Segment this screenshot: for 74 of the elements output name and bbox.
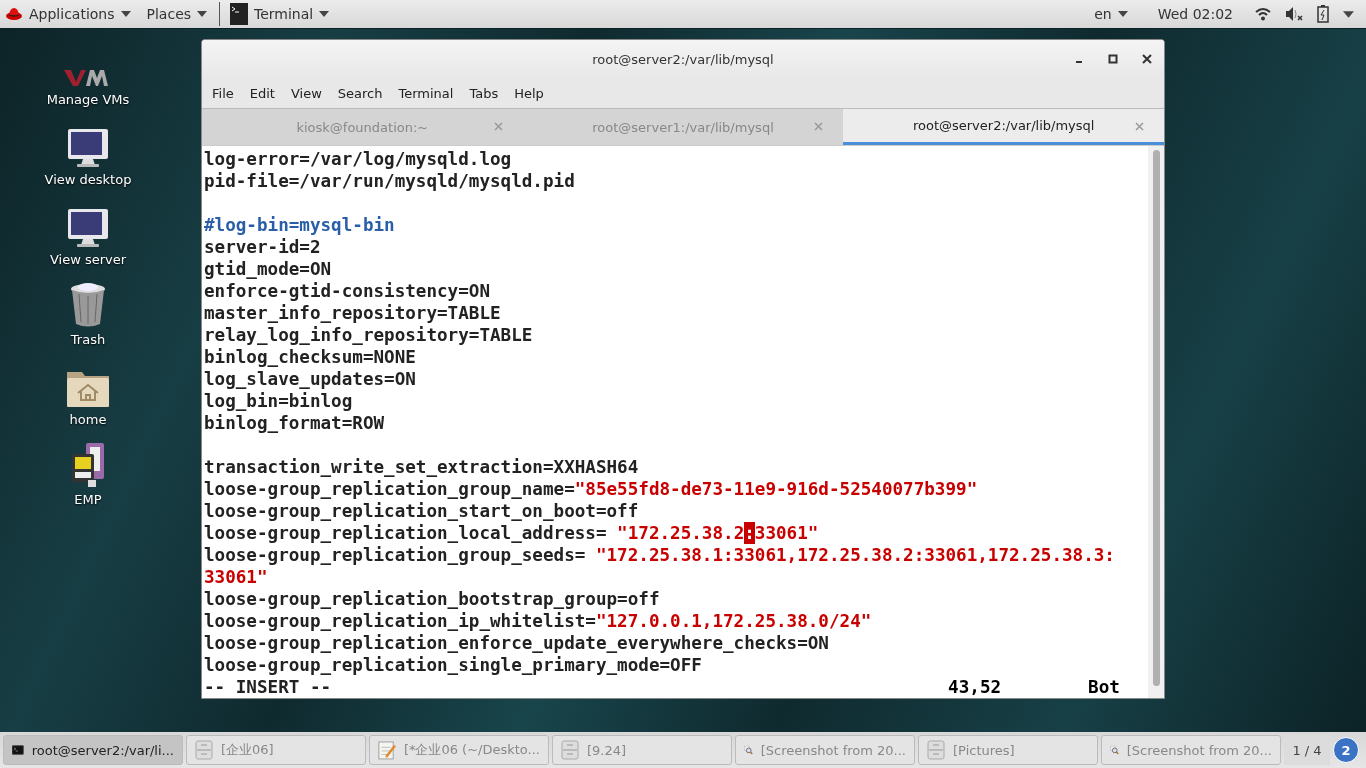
volume-muted-icon[interactable]	[1285, 6, 1303, 22]
desktop-icon-label[interactable]: home	[69, 412, 107, 427]
cabinet-icon	[195, 740, 213, 760]
code-text: log-error=/var/log/mysqld.log	[204, 148, 512, 170]
trash-icon[interactable]	[69, 282, 107, 328]
menu-item[interactable]: Tabs	[461, 85, 507, 101]
code-string: "172.25.38.2	[617, 522, 745, 544]
code-text: loose-group_replication_local_address=	[204, 522, 608, 544]
code-text: loose-group_replication_group_name=	[204, 478, 575, 500]
desktop-icon-label[interactable]: View desktop	[44, 172, 132, 187]
code-text: pid-file=/var/run/mysqld/mysqld.pid	[204, 170, 575, 192]
terminal-icon	[230, 3, 249, 25]
terminal-tab[interactable]: root@server2:/var/lib/mysql	[843, 109, 1164, 145]
battery-icon[interactable]	[1317, 5, 1329, 23]
desktop-icon-label[interactable]: View server	[49, 252, 127, 267]
top-menu[interactable]: Applications	[0, 0, 139, 28]
notification-badge[interactable]: 2	[1333, 737, 1359, 763]
code-text: transaction_write_set_extraction=XXHASH64	[204, 456, 639, 478]
code-text: enforce-gtid-consistency=ON	[204, 280, 490, 302]
scroll-position: Bot	[1088, 676, 1120, 698]
code-text: loose-group_replication_enforce_update_everywhere_checks=ON	[204, 632, 829, 654]
maximize-icon[interactable]	[1108, 54, 1118, 64]
code-string: 33061"	[754, 522, 819, 544]
caret-icon	[319, 11, 330, 17]
app-menu[interactable]: Terminal	[222, 0, 338, 28]
menu-item[interactable]: Edit	[241, 85, 283, 101]
code-string: "127.0.0.1,172.25.38.0/24"	[595, 610, 872, 632]
cabinet-icon	[561, 740, 579, 760]
monitor-icon[interactable]	[67, 128, 109, 168]
text-cursor: :	[744, 522, 755, 544]
code-text: binlog_format=ROW	[204, 412, 385, 434]
desktop-icon-label[interactable]: EMP	[74, 492, 102, 507]
mode-indicator: -- INSERT --	[204, 676, 332, 698]
desktop-icon-label[interactable]: Trash	[70, 332, 106, 347]
code-text: relay_log_info_repository=TABLE	[204, 324, 533, 346]
caret-icon	[120, 11, 131, 17]
code-text: loose-group_replication_ip_whitelist=	[204, 610, 596, 632]
code-comment: #log-bin=mysql-bin	[204, 214, 395, 236]
code-text: loose-group_replication_bootstrap_group=off	[204, 588, 660, 610]
language-menu[interactable]: en	[1089, 0, 1136, 28]
code-text: gtid_mode=ON	[204, 258, 332, 280]
monitor-icon[interactable]	[67, 208, 109, 248]
notepad-icon	[378, 739, 396, 761]
taskbar-item[interactable]: root@server2:/var/li...	[3, 735, 183, 765]
menu-item[interactable]: Search	[329, 85, 391, 101]
media-player-icon[interactable]	[70, 442, 106, 488]
code-text: master_info_repository=TABLE	[204, 302, 501, 324]
code-string: 33061"	[204, 566, 268, 588]
scrollbar-thumb[interactable]	[1152, 150, 1160, 686]
code-text: server-id=2	[204, 236, 321, 258]
code-string: "85e55fd8-de73-11e9-916d-52540077b399"	[574, 478, 978, 500]
code-text: loose-group_replication_group_seeds=	[204, 544, 587, 566]
desktop-icon-label[interactable]: Manage VMs	[46, 92, 130, 107]
code-text: log_bin=binlog	[204, 390, 353, 412]
menu-item[interactable]: File	[204, 85, 242, 101]
code-text: log_slave_updates=ON	[204, 368, 416, 390]
code-string: "172.25.38.1:33061,172.25.38.2:33061,172.25.38.3:	[595, 544, 1115, 566]
code-text: loose-group_replication_single_primary_mode=OFF	[204, 654, 702, 676]
close-icon[interactable]	[1142, 54, 1152, 64]
window-title: root@server2:/var/lib/mysql	[592, 51, 774, 67]
caret-icon[interactable]	[1343, 10, 1354, 18]
menu-item[interactable]: Help	[506, 85, 552, 101]
cabinet-icon	[927, 740, 945, 760]
top-menu[interactable]: Places	[138, 0, 216, 28]
menu-item[interactable]: Terminal	[390, 85, 462, 101]
clock[interactable]: Wed 02:02	[1149, 0, 1241, 28]
wifi-icon[interactable]	[1255, 7, 1271, 21]
code-text: loose-group_replication_start_on_boot=off	[204, 500, 639, 522]
code-text: binlog_checksum=NONE	[204, 346, 416, 368]
menu-item[interactable]: View	[282, 85, 330, 101]
cursor-position: 43,52	[948, 676, 1002, 698]
caret-icon	[1117, 11, 1128, 17]
hat-icon	[5, 6, 23, 22]
caret-icon	[197, 11, 208, 17]
